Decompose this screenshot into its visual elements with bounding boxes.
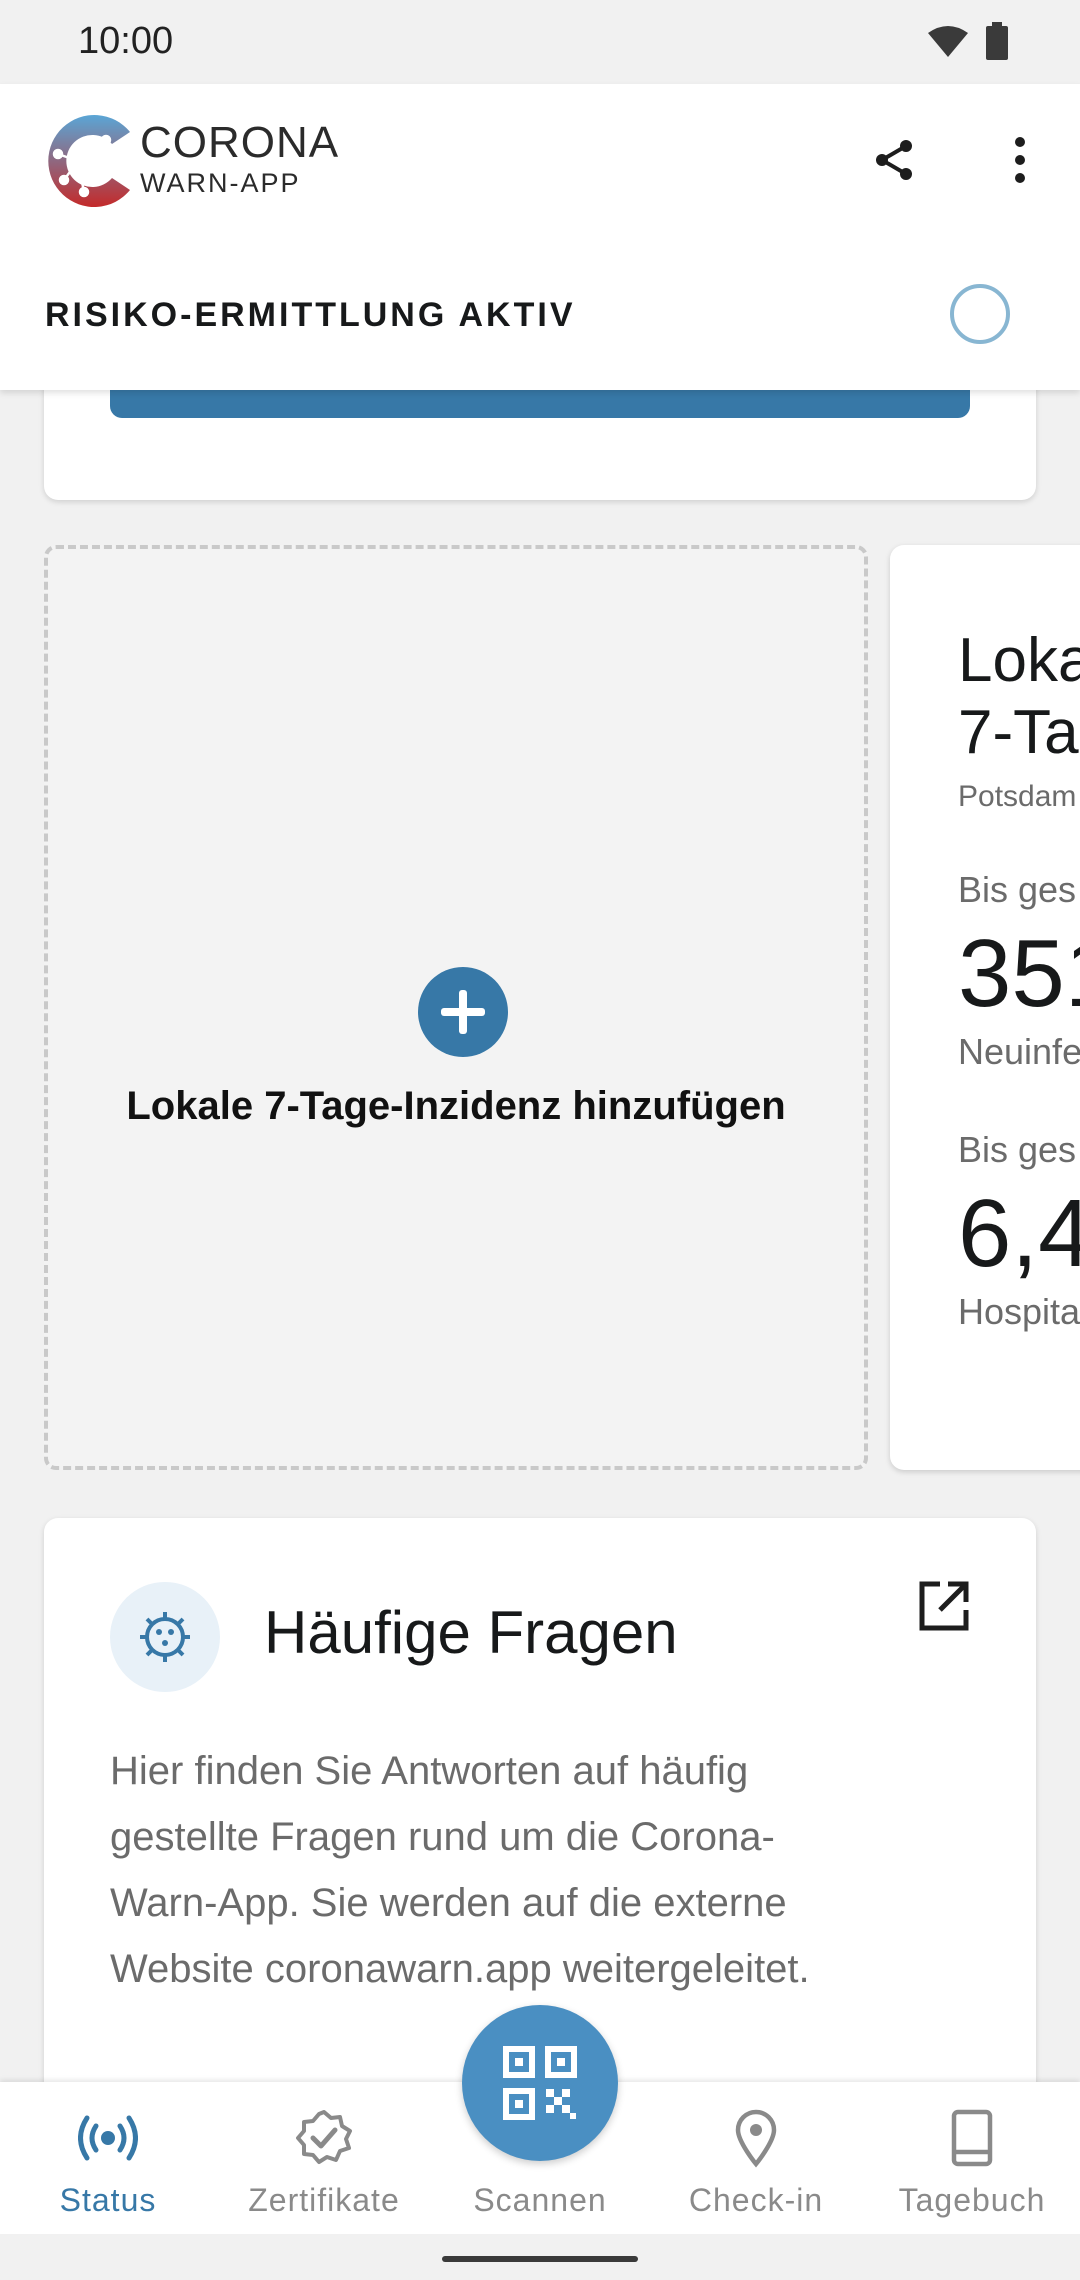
scan-qr-button[interactable] xyxy=(462,2005,618,2161)
app-header: CORONA WARN-APP RISIKO-ERMITTLUNG AKTIV xyxy=(0,84,1080,390)
hospitalization-label: Bis ges xyxy=(958,1129,1077,1170)
location-pin-icon xyxy=(735,2109,777,2168)
share-icon[interactable] xyxy=(868,134,920,186)
nav-label-tagebuch: Tagebuch xyxy=(898,2182,1046,2218)
corona-logo-icon xyxy=(48,115,130,207)
nav-item-zertifikate[interactable]: Zertifikate xyxy=(216,2082,432,2234)
hospitalization-description: Hospita xyxy=(958,1291,1080,1332)
nav-label-zertifikate: Zertifikate xyxy=(248,2182,400,2218)
faq-title: Häufige Fragen xyxy=(264,1599,678,1666)
book-icon xyxy=(951,2109,993,2167)
incidence-title-line2: 7-Ta xyxy=(958,698,1079,767)
incidence-title-line1: Loka xyxy=(958,626,1080,695)
risk-status-label: RISIKO-ERMITTLUNG AKTIV xyxy=(45,296,576,334)
incidence-value: 351 xyxy=(958,920,1080,1027)
brand-name: CORONA xyxy=(140,118,340,167)
qr-code-icon xyxy=(503,2046,577,2120)
nav-label-check-in: Check-in xyxy=(688,2182,824,2218)
incidence-description: Neuinfe xyxy=(958,1031,1080,1072)
status-icons xyxy=(928,22,1008,60)
wifi-icon xyxy=(928,26,968,57)
nav-label-status: Status xyxy=(59,2182,157,2218)
nav-item-status[interactable]: Status xyxy=(0,2082,216,2234)
gesture-bar xyxy=(0,2234,1080,2280)
virus-icon xyxy=(110,1582,220,1692)
external-link-icon[interactable] xyxy=(916,1578,972,1634)
gesture-handle[interactable] xyxy=(442,2256,638,2262)
incidence-label: Bis ges xyxy=(958,869,1077,910)
hospitalization-value: 6,4 xyxy=(958,1180,1080,1287)
incidence-title: Loka 7-Ta xyxy=(958,625,1080,769)
status-time: 10:00 xyxy=(78,20,174,62)
add-icon xyxy=(418,967,508,1057)
nav-item-tagebuch[interactable]: Tagebuch xyxy=(864,2082,1080,2234)
incidence-card[interactable]: Loka 7-Ta Potsdam Bis ges 351 Neuinfe Bi… xyxy=(890,545,1080,1470)
nav-label-scannen: Scannen xyxy=(473,2182,607,2218)
brand-subtitle: WARN-APP xyxy=(140,168,301,198)
incidence-location: Potsdam xyxy=(958,780,1077,813)
broadcast-icon xyxy=(78,2115,138,2161)
faq-description: Hier finden Sie Antworten auf häufig ges… xyxy=(110,1749,810,1991)
add-incidence-card[interactable]: Lokale 7-Tage-Inzidenz hinzufügen xyxy=(44,545,868,1470)
risk-progress-spinner xyxy=(950,284,1010,344)
add-incidence-label: Lokale 7-Tage-Inzidenz hinzufügen xyxy=(126,1084,786,1128)
certificate-icon xyxy=(296,2110,352,2164)
status-bar: 10:00 xyxy=(0,0,1080,84)
battery-icon xyxy=(986,22,1008,60)
more-options-icon[interactable] xyxy=(996,134,1044,186)
nav-item-check-in[interactable]: Check-in xyxy=(648,2082,864,2234)
